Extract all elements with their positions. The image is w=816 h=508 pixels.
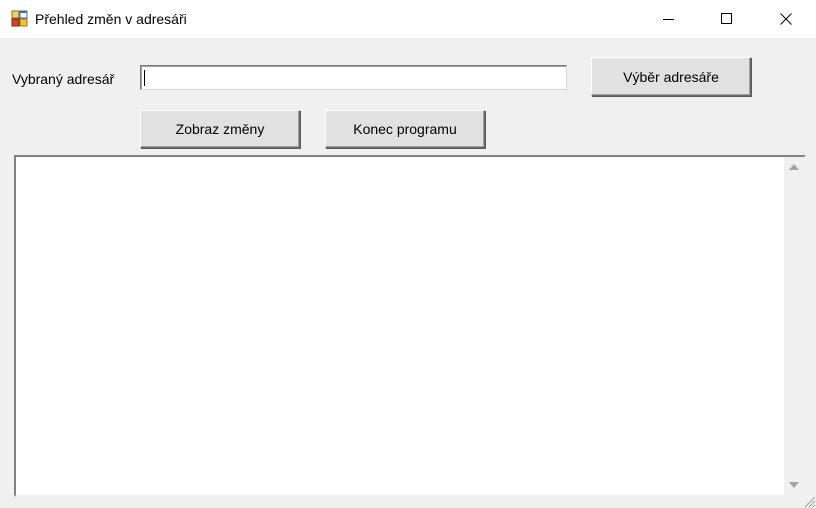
changes-output-textarea[interactable]: [14, 155, 806, 497]
scroll-down-button[interactable]: [784, 475, 804, 495]
minimize-icon: [663, 19, 674, 20]
changes-output-text[interactable]: [16, 157, 784, 495]
scroll-down-arrow-icon: [789, 482, 799, 488]
close-icon: [780, 13, 792, 25]
app-window-icon[interactable]: [11, 10, 28, 27]
text-caret: [144, 70, 145, 86]
show-changes-button[interactable]: Zobraz změny: [140, 110, 300, 148]
title-bar[interactable]: Přehled změn v adresáři: [0, 0, 816, 38]
main-window: Přehled změn v adresáři Vybraný adresář …: [0, 0, 816, 508]
maximize-button[interactable]: [698, 0, 756, 38]
vertical-scrollbar[interactable]: [784, 157, 804, 495]
exit-program-button[interactable]: Konec programu: [325, 110, 485, 148]
window-title: Přehled změn v adresáři: [35, 11, 187, 27]
close-button[interactable]: [757, 0, 815, 38]
selected-directory-label: Vybraný adresář: [12, 71, 115, 87]
resize-grip-icon[interactable]: [802, 494, 816, 508]
minimize-button[interactable]: [640, 0, 698, 38]
scroll-up-button[interactable]: [784, 157, 804, 177]
selected-directory-input[interactable]: [140, 65, 567, 90]
maximize-icon: [721, 13, 732, 24]
select-directory-button[interactable]: Výběr adresáře: [591, 57, 751, 96]
scroll-up-arrow-icon: [789, 164, 799, 170]
